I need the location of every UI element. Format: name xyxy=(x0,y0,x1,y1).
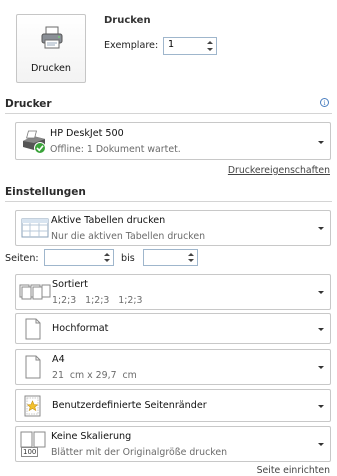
chevron-down-icon xyxy=(318,227,324,230)
printer-status: Offline: 1 Dokument wartet. xyxy=(50,144,181,155)
chevron-down-icon xyxy=(318,328,324,331)
collation-title: Sortiert xyxy=(52,279,88,290)
portrait-page-icon xyxy=(25,318,41,340)
divider xyxy=(5,113,332,114)
scaling-icon-text: 100 xyxy=(21,447,39,457)
print-scope-subtitle: Nur die aktiven Tabellen drucken xyxy=(51,231,206,242)
scaling-subtitle: Blätter mit der Originalgröße drucken xyxy=(51,447,228,458)
scaling-dropdown[interactable]: 100 Keine Skalierung Blätter mit der Ori… xyxy=(15,426,331,462)
print-section-title: Drucken xyxy=(104,15,151,26)
paper-size-dropdown[interactable]: A4 21 cm x 29,7 cm xyxy=(15,349,331,385)
printer-name: HP DeskJet 500 xyxy=(50,128,124,139)
stepper-up-icon[interactable] xyxy=(188,253,194,256)
stepper-up-icon[interactable] xyxy=(104,253,110,256)
stepper-down-icon[interactable] xyxy=(188,259,194,262)
sheets-icon xyxy=(21,218,49,238)
divider xyxy=(5,201,332,202)
copies-label: Exemplare: xyxy=(104,40,159,51)
print-button-label: Drucken xyxy=(31,63,71,74)
print-scope-title: Aktive Tabellen drucken xyxy=(51,215,166,226)
print-button[interactable]: Drucken xyxy=(16,14,86,83)
chevron-down-icon xyxy=(318,366,324,369)
margins-icon xyxy=(24,395,41,417)
orientation-title: Hochformat xyxy=(52,323,109,334)
printer-icon xyxy=(41,26,63,49)
stepper-down-icon[interactable] xyxy=(207,48,213,51)
collation-subtitle: 1;2;3 1;2;3 1;2;3 xyxy=(52,295,143,306)
chevron-down-icon xyxy=(318,405,324,408)
orientation-dropdown[interactable]: Hochformat xyxy=(15,313,331,344)
no-scaling-icon: 100 xyxy=(19,431,49,459)
collated-pages-icon xyxy=(19,284,51,300)
pages-to-label: bis xyxy=(121,253,135,264)
paper-size-icon xyxy=(25,355,41,379)
margins-dropdown[interactable]: Benutzerdefinierte Seitenränder xyxy=(15,389,331,422)
collation-dropdown[interactable]: Sortiert 1;2;3 1;2;3 1;2;3 xyxy=(15,274,331,310)
page-setup-link[interactable]: Seite einrichten xyxy=(257,465,330,476)
pages-label: Seiten: xyxy=(5,253,39,264)
chevron-down-icon xyxy=(318,141,324,144)
copies-value: 1 xyxy=(168,39,175,50)
settings-section-header: Einstellungen xyxy=(5,186,86,198)
pages-from-stepper[interactable] xyxy=(44,249,114,266)
printer-section-header: Drucker xyxy=(5,98,52,110)
printer-offline-icon xyxy=(23,130,46,154)
pages-to-stepper[interactable] xyxy=(143,249,198,266)
print-scope-dropdown[interactable]: Aktive Tabellen drucken Nur die aktiven … xyxy=(15,210,331,246)
paper-size-subtitle: 21 cm x 29,7 cm xyxy=(52,370,137,381)
paper-size-title: A4 xyxy=(52,354,65,365)
copies-stepper[interactable]: 1 xyxy=(163,37,217,55)
stepper-up-icon[interactable] xyxy=(207,41,213,44)
info-icon[interactable]: i xyxy=(320,98,329,107)
printer-properties-link[interactable]: Druckereigenschaften xyxy=(228,165,330,176)
chevron-down-icon xyxy=(318,443,324,446)
printer-dropdown[interactable]: HP DeskJet 500 Offline: 1 Dokument warte… xyxy=(15,122,331,160)
scaling-title: Keine Skalierung xyxy=(51,431,132,442)
stepper-down-icon[interactable] xyxy=(104,259,110,262)
chevron-down-icon xyxy=(318,291,324,294)
margins-title: Benutzerdefinierte Seitenränder xyxy=(52,400,207,411)
